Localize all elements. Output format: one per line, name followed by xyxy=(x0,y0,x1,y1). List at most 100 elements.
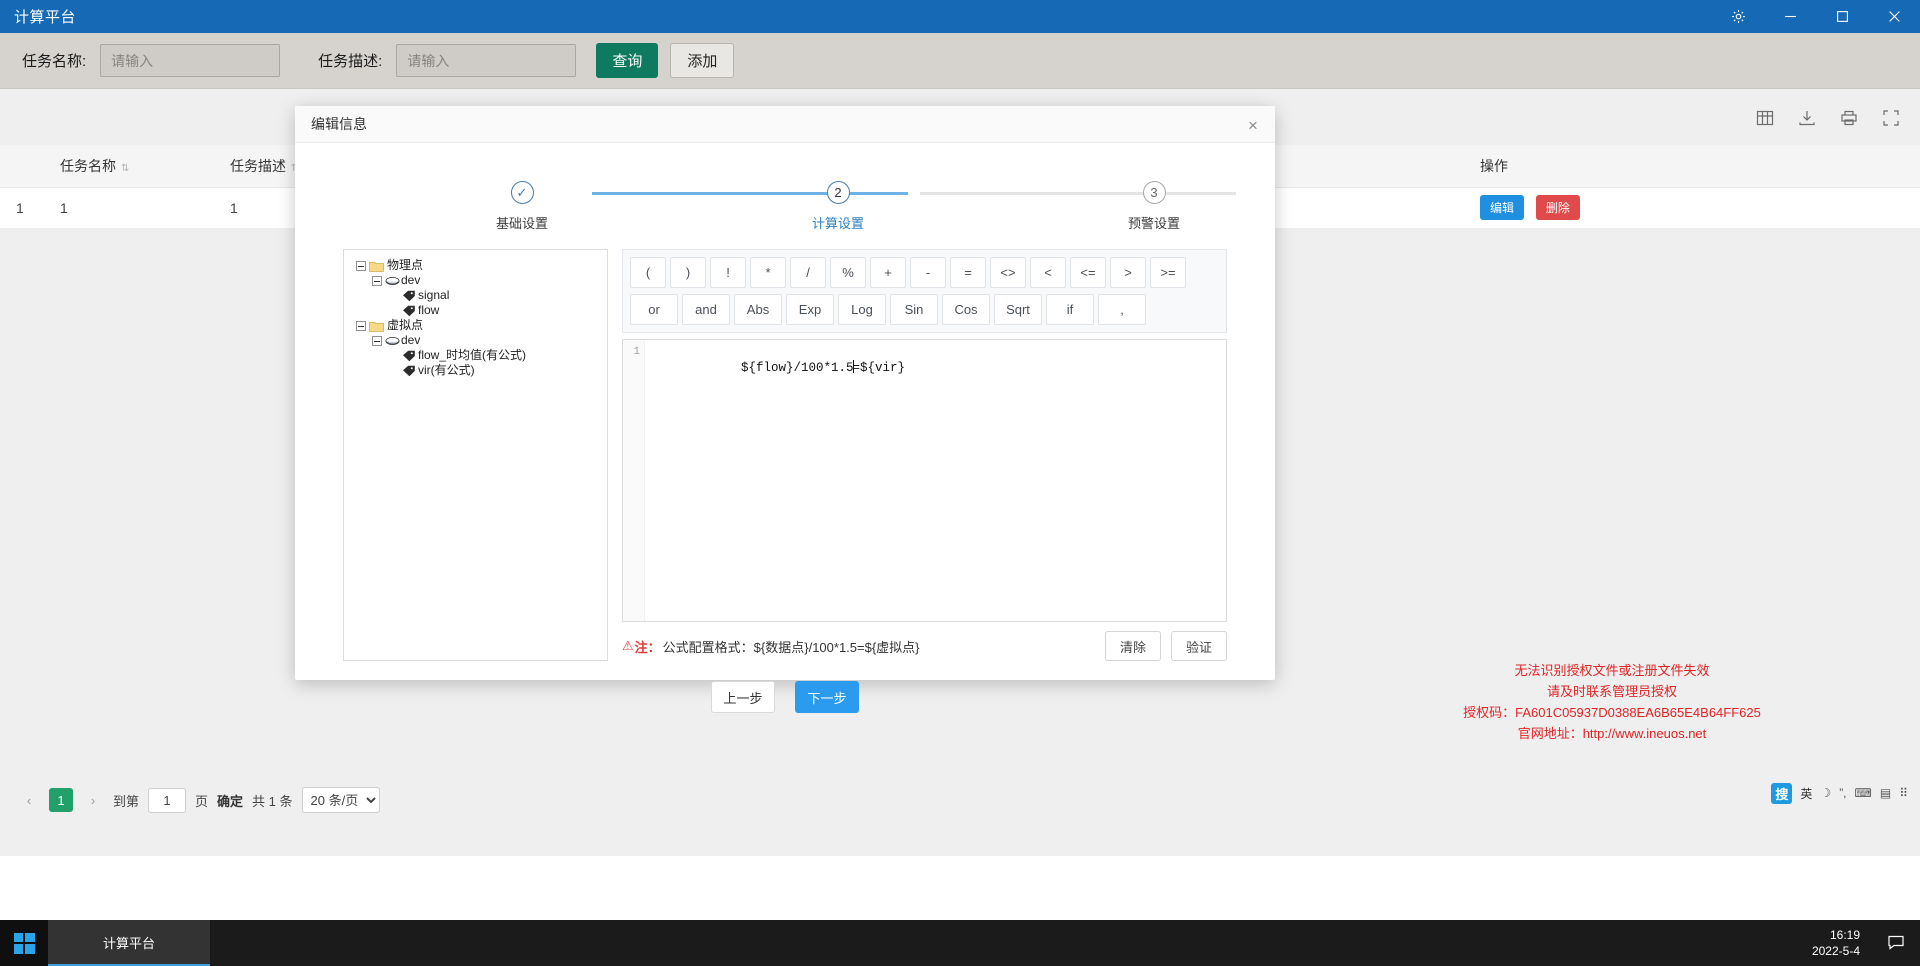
fn-abs[interactable]: Abs xyxy=(734,294,782,325)
step-basic-settings[interactable]: ✓ 基础设置 xyxy=(452,181,592,232)
fn-sin[interactable]: Sin xyxy=(890,294,938,325)
op-multiply[interactable]: * xyxy=(750,257,786,288)
dialog-header: 编辑信息 × xyxy=(295,106,1275,143)
op-not[interactable]: ! xyxy=(710,257,746,288)
sort-icon[interactable]: ⇅ xyxy=(121,163,129,174)
tag-icon xyxy=(402,290,416,302)
tree-leaf-flow-avg: flow_时均值(有公式) xyxy=(388,348,607,363)
ime-mode-label[interactable]: 英 xyxy=(1800,785,1812,802)
next-step-button[interactable]: 下一步 xyxy=(795,681,859,713)
collapse-icon[interactable] xyxy=(356,260,366,271)
page-size-select[interactable]: 20 条/页 xyxy=(301,787,380,813)
confirm-page-button[interactable]: 确定 xyxy=(217,791,243,810)
op-less-than[interactable]: < xyxy=(1030,257,1066,288)
toolbox-icon[interactable]: ▤ xyxy=(1880,786,1891,800)
page-number-1[interactable]: 1 xyxy=(49,788,73,812)
fn-exp[interactable]: Exp xyxy=(786,294,834,325)
col-operations: 操作 xyxy=(1464,145,1920,188)
windows-start-icon[interactable] xyxy=(0,920,48,966)
fn-and[interactable]: and xyxy=(682,294,730,325)
folder-icon xyxy=(369,260,384,272)
license-code-line: 授权码：FA601C05937D0388EA6B65E4B64FF625 xyxy=(1332,702,1892,723)
tree-group-virtual-dev: dev flow_时均值(有公式) vir(有公式) xyxy=(372,333,607,378)
op-plus[interactable]: + xyxy=(870,257,906,288)
step-2-marker: 2 xyxy=(826,181,850,204)
sogou-ime-icon[interactable]: 搜 xyxy=(1771,782,1793,804)
op-minus[interactable]: - xyxy=(910,257,946,288)
moon-icon[interactable]: ☽ xyxy=(1820,786,1831,800)
close-icon[interactable] xyxy=(1868,0,1920,33)
fn-cos[interactable]: Cos xyxy=(942,294,990,325)
task-name-input[interactable] xyxy=(100,44,281,77)
fn-comma[interactable]: , xyxy=(1098,294,1146,325)
add-button[interactable]: 添加 xyxy=(670,43,735,78)
print-icon[interactable] xyxy=(1838,107,1860,129)
collapse-icon[interactable] xyxy=(372,335,382,346)
op-divide[interactable]: / xyxy=(790,257,826,288)
export-icon[interactable] xyxy=(1796,107,1818,129)
page-unit-label: 页 xyxy=(195,793,209,809)
op-left-paren[interactable]: ( xyxy=(630,257,666,288)
edit-button[interactable]: 编辑 xyxy=(1480,195,1525,220)
tree-item-dev-virtual[interactable]: dev xyxy=(372,333,607,348)
task-desc-input[interactable] xyxy=(396,44,577,77)
cell-index: 1 xyxy=(0,187,44,229)
col-task-name[interactable]: 任务名称 ⇅ xyxy=(44,145,214,188)
formula-code-area[interactable]: ${flow}/100*1.5=${vir} xyxy=(645,340,1226,621)
step-alarm-settings[interactable]: 3 预警设置 xyxy=(1084,181,1224,232)
verify-formula-button[interactable]: 验证 xyxy=(1171,631,1227,661)
tree-item-label: dev xyxy=(401,333,421,347)
op-modulo[interactable]: % xyxy=(830,257,866,288)
step-1-label: 基础设置 xyxy=(495,216,548,231)
keyboard-icon[interactable]: ⌨ xyxy=(1855,786,1872,800)
op-equals[interactable]: = xyxy=(950,257,986,288)
tree-item-signal[interactable]: signal xyxy=(388,288,607,303)
license-code-value: FA601C05937D0388EA6B65E4B64FF625 xyxy=(1515,705,1761,720)
menu-icon[interactable]: ⠿ xyxy=(1899,786,1908,800)
step-calculation-settings[interactable]: 2 计算设置 xyxy=(768,181,908,232)
dialog-close-icon[interactable]: × xyxy=(1243,115,1263,135)
point-tree-panel[interactable]: 物理点 dev signal flow 虚拟点 dev flow_时均值(有公式… xyxy=(343,249,608,661)
next-page-icon[interactable]: › xyxy=(82,789,104,811)
tree-item-label: signal xyxy=(418,288,450,302)
tree-leaf-vir: vir(有公式) xyxy=(388,363,607,378)
goto-page-input[interactable] xyxy=(148,787,187,813)
prev-page-icon[interactable]: ‹ xyxy=(18,789,40,811)
settings-icon[interactable] xyxy=(1712,0,1764,33)
taskbar: 计算平台 16:19 2022-5-4 xyxy=(0,920,1920,966)
op-less-equal[interactable]: <= xyxy=(1070,257,1106,288)
op-greater-than[interactable]: > xyxy=(1110,257,1146,288)
step-3-label: 预警设置 xyxy=(1127,216,1180,231)
tree-item-dev-physical[interactable]: dev xyxy=(372,273,607,288)
collapse-icon[interactable] xyxy=(372,275,382,286)
op-greater-equal[interactable]: >= xyxy=(1150,257,1186,288)
tree-item-flow[interactable]: flow xyxy=(388,303,607,318)
minimize-icon[interactable] xyxy=(1764,0,1816,33)
fullscreen-icon[interactable] xyxy=(1880,107,1902,129)
fn-or[interactable]: or xyxy=(630,294,678,325)
op-not-equals[interactable]: <> xyxy=(990,257,1026,288)
columns-icon[interactable] xyxy=(1754,107,1776,129)
taskbar-item-calc-platform[interactable]: 计算平台 xyxy=(48,920,210,966)
chat-icon[interactable] xyxy=(1886,932,1906,957)
system-clock[interactable]: 16:19 2022-5-4 xyxy=(1812,920,1860,966)
fn-log[interactable]: Log xyxy=(838,294,886,325)
fn-sqrt[interactable]: Sqrt xyxy=(994,294,1042,325)
tree-item-vir[interactable]: vir(有公式) xyxy=(388,363,607,378)
formula-panel: ( ) ! * / % + - = <> < <= > >= or and Ab… xyxy=(622,249,1227,661)
previous-step-button[interactable]: 上一步 xyxy=(711,681,775,713)
clear-formula-button[interactable]: 清除 xyxy=(1105,631,1161,661)
fn-if[interactable]: if xyxy=(1046,294,1094,325)
tree-item-physical-points[interactable]: 物理点 xyxy=(356,258,607,273)
delete-button[interactable]: 删除 xyxy=(1535,195,1580,220)
op-right-paren[interactable]: ) xyxy=(670,257,706,288)
device-icon xyxy=(385,335,400,347)
collapse-icon[interactable] xyxy=(356,320,366,331)
tree-item-flow-hourly-average[interactable]: flow_时均值(有公式) xyxy=(388,348,607,363)
tree-item-virtual-points[interactable]: 虚拟点 xyxy=(356,318,607,333)
query-button[interactable]: 查询 xyxy=(596,43,659,78)
maximize-icon[interactable] xyxy=(1816,0,1868,33)
quote-icon[interactable]: ”, xyxy=(1839,786,1846,800)
formula-editor[interactable]: 1 ${flow}/100*1.5=${vir} xyxy=(622,339,1227,622)
operator-row-1: ( ) ! * / % + - = <> < <= > >= xyxy=(630,257,1220,288)
